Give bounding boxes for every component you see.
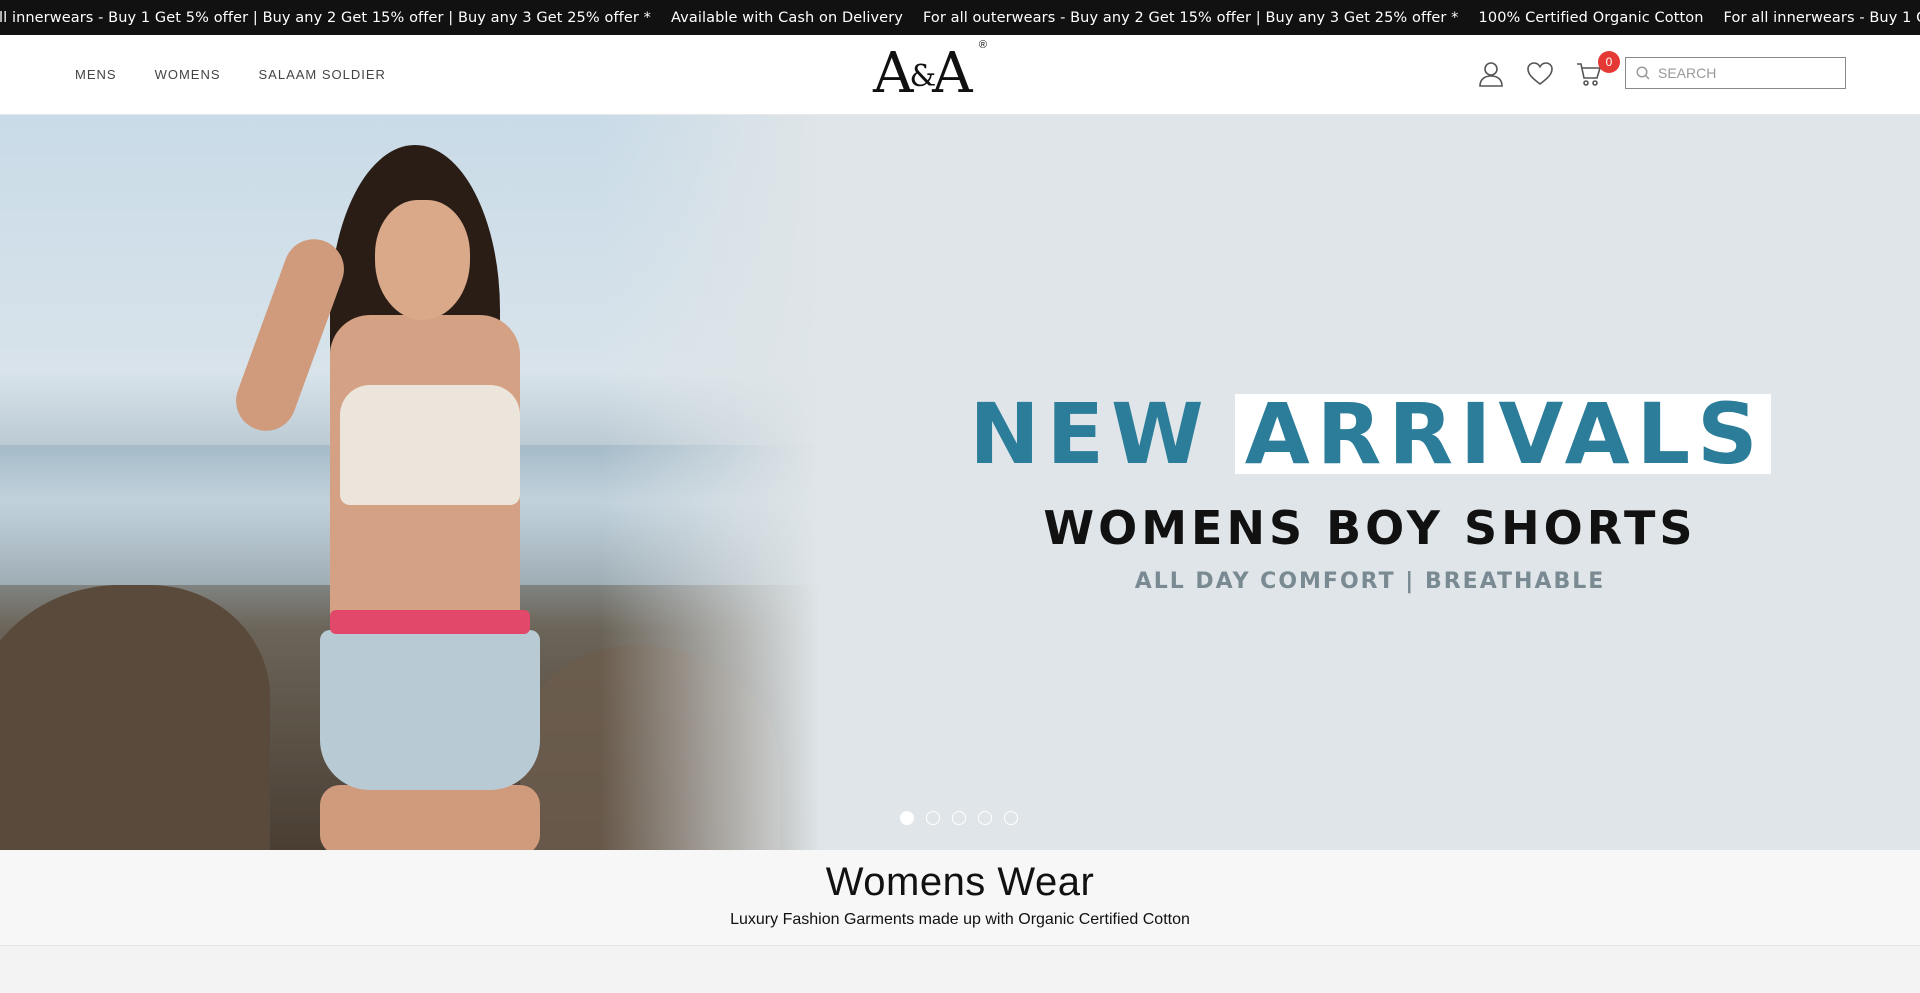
carousel-dot-2[interactable] [926,811,940,825]
header-icons: 0 [1478,51,1620,87]
ticker-item: Available with Cash on Delivery [671,9,903,26]
carousel-dot-1[interactable] [900,811,914,825]
hero-image [0,115,820,850]
account-button[interactable] [1478,61,1504,87]
hero-title: NEW ARRIVALS [969,385,1771,483]
hero-title-new: NEW [969,385,1211,483]
search-icon [1636,66,1650,80]
hero-subtitle: WOMENS BOY SHORTS [1043,501,1697,555]
heart-icon [1527,62,1553,86]
main-nav: MENS WOMENS SALAAM SOLDIER [75,67,386,82]
wishlist-button[interactable] [1527,61,1553,87]
ticker-item: For all innerwears - Buy 1 Get 5% offer … [1723,9,1920,26]
nav-item-womens[interactable]: WOMENS [155,67,221,82]
hero-title-arrivals: ARRIVALS [1234,392,1771,476]
user-icon [1479,62,1503,87]
hero-rock [0,585,270,850]
nav-item-salaam-soldier[interactable]: SALAAM SOLDIER [259,67,386,82]
logo-wordmark: A&A [873,41,973,110]
hero-banner[interactable]: NEW ARRIVALS WOMENS BOY SHORTS ALL DAY C… [0,115,1920,850]
cart-button[interactable]: 0 [1576,51,1620,87]
hero-copy: NEW ARRIVALS WOMENS BOY SHORTS ALL DAY C… [969,385,1771,594]
search-input[interactable] [1658,65,1838,81]
ticker-item: all innerwears - Buy 1 Get 5% offer | Bu… [0,9,651,26]
model-legs [320,785,540,850]
section-subtitle: Luxury Fashion Garments made up with Org… [730,911,1190,928]
logo-letter: A [932,41,972,106]
hero-tagline: ALL DAY COMFORT | BREATHABLE [1134,569,1606,594]
cart-count-badge: 0 [1598,51,1620,73]
announcement-ticker: all innerwears - Buy 1 Get 5% offer | Bu… [0,0,1920,35]
site-header: MENS WOMENS SALAAM SOLDIER A&A ® 0 [0,35,1920,115]
ticker-item: For all outerwears - Buy any 2 Get 15% o… [922,9,1459,26]
model-face [375,200,470,320]
hero-model [227,145,580,850]
registered-mark: ® [978,39,987,51]
ticker-item: 100% Certified Organic Cotton [1478,9,1704,26]
brand-logo[interactable]: A&A ® [873,39,987,110]
carousel-dot-3[interactable] [952,811,966,825]
model-boy-shorts [320,630,540,790]
carousel-dot-4[interactable] [978,811,992,825]
womens-wear-section: Womens Wear Luxury Fashion Garments made… [0,850,1920,946]
carousel-dot-5[interactable] [1004,811,1018,825]
logo-letter: A [873,41,913,106]
search-box[interactable] [1625,57,1846,89]
ticker-track: all innerwears - Buy 1 Get 5% offer | Bu… [0,0,1920,35]
nav-item-mens[interactable]: MENS [75,67,117,82]
section-title: Womens Wear [825,860,1095,904]
logo-ampersand: & [909,59,936,94]
carousel-dots [900,811,1018,825]
model-sports-top [340,385,520,505]
model-waistband [330,610,530,634]
